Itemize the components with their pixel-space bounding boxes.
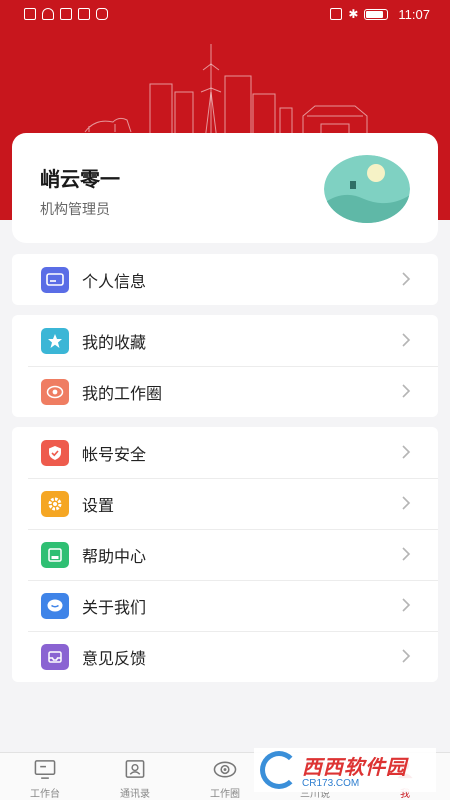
chevron-right-icon bbox=[402, 445, 411, 459]
wifi-icon bbox=[42, 8, 54, 20]
watermark-title: 西西软件园 bbox=[302, 755, 407, 779]
gear-icon bbox=[41, 490, 69, 517]
menu-item-label: 个人信息 bbox=[82, 271, 147, 291]
chevron-right-icon bbox=[402, 649, 411, 663]
profile-role: 机构管理员 bbox=[40, 202, 110, 218]
avatar[interactable] bbox=[324, 155, 410, 223]
tab-label: 工作圈 bbox=[210, 789, 240, 800]
status-time: 11:07 bbox=[398, 6, 430, 22]
profile-name: 峭云零一 bbox=[40, 167, 120, 191]
eye-icon bbox=[41, 378, 69, 405]
tab-workbench[interactable]: 工作台 bbox=[0, 753, 90, 800]
menu-item-my-work-circle[interactable]: 我的工作圈 bbox=[12, 366, 438, 417]
menu-item-label: 意见反馈 bbox=[82, 648, 147, 668]
profile-card[interactable]: 峭云零一 机构管理员 bbox=[12, 133, 438, 243]
menu-item-label: 关于我们 bbox=[82, 597, 147, 617]
chevron-right-icon bbox=[402, 384, 411, 398]
menu-item-feedback[interactable]: 意见反馈 bbox=[12, 631, 438, 682]
nfc-icon bbox=[330, 8, 343, 20]
menu-item-label: 帐号安全 bbox=[82, 444, 147, 464]
menu-item-label: 我的工作圈 bbox=[82, 383, 163, 403]
watermark-logo-icon bbox=[260, 751, 298, 789]
app-badge-icon bbox=[96, 8, 108, 20]
bluetooth-icon: ✱ bbox=[348, 7, 359, 21]
menu-item-personal-info[interactable]: 个人信息 bbox=[12, 254, 438, 305]
menu-group-collections: 我的收藏 我的工作圈 bbox=[12, 315, 438, 417]
site-watermark: 西西软件园 CR173.COM bbox=[254, 748, 436, 792]
menu-group-profile: 个人信息 bbox=[12, 254, 438, 305]
star-icon bbox=[41, 327, 69, 354]
tab-label: 通讯录 bbox=[120, 789, 150, 800]
chevron-right-icon bbox=[402, 547, 411, 561]
chevron-right-icon bbox=[402, 333, 411, 347]
menu-item-my-favorites[interactable]: 我的收藏 bbox=[12, 315, 438, 366]
menu-item-label: 设置 bbox=[82, 495, 115, 515]
eye-icon bbox=[213, 761, 237, 778]
menu-item-label: 帮助中心 bbox=[82, 546, 147, 566]
chevron-right-icon bbox=[402, 598, 411, 612]
status-bar: ✱ 11:07 bbox=[0, 0, 450, 28]
menu-item-settings[interactable]: 设置 bbox=[12, 478, 438, 529]
notification-icon bbox=[24, 8, 36, 20]
chat-bubble-icon bbox=[41, 592, 69, 619]
menu-item-label: 我的收藏 bbox=[82, 332, 147, 352]
watermark-url: CR173.COM bbox=[302, 778, 360, 789]
menu-item-about-us[interactable]: 关于我们 bbox=[12, 580, 438, 631]
sim-icon bbox=[60, 8, 72, 20]
battery-icon bbox=[364, 8, 389, 20]
menu-group-settings: 帐号安全 设置 帮助中心 关于我们 意见反馈 bbox=[12, 427, 438, 682]
inbox-icon bbox=[41, 643, 69, 670]
menu-item-account-security[interactable]: 帐号安全 bbox=[12, 427, 438, 478]
menu-item-help-center[interactable]: 帮助中心 bbox=[12, 529, 438, 580]
tab-label: 工作台 bbox=[30, 789, 60, 800]
id-card-icon bbox=[41, 266, 69, 293]
signal-icon bbox=[78, 8, 90, 20]
shield-icon bbox=[41, 439, 69, 466]
tab-contacts[interactable]: 通讯录 bbox=[90, 753, 180, 800]
contacts-icon bbox=[125, 760, 145, 778]
help-book-icon bbox=[41, 541, 69, 568]
chevron-right-icon bbox=[402, 272, 411, 286]
monitor-icon bbox=[34, 760, 56, 779]
chevron-right-icon bbox=[402, 496, 411, 510]
